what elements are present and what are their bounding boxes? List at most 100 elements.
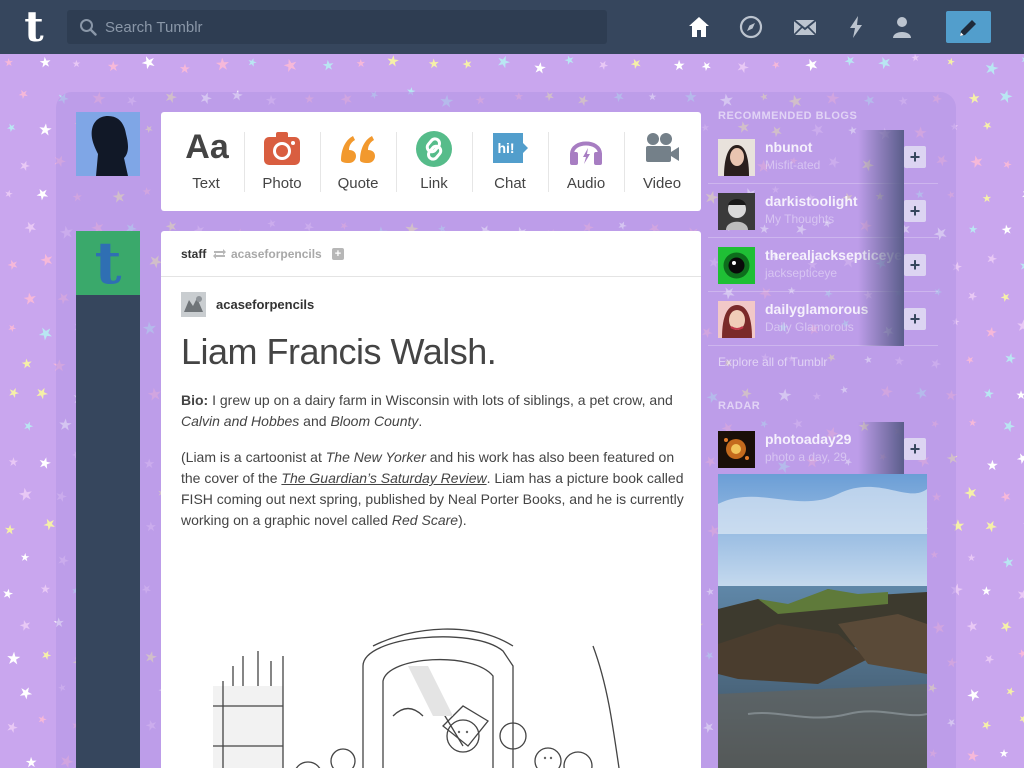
star-decoration: ★: [355, 57, 367, 71]
staff-avatar[interactable]: t: [76, 231, 140, 295]
blog-name[interactable]: dailyglamorous: [765, 301, 868, 317]
recommended-blog-item[interactable]: darkistoolight My Thoughts +: [708, 184, 938, 238]
italic-title: Red Scare: [391, 512, 459, 528]
post-type-text[interactable]: Aa Text: [168, 112, 244, 211]
source-avatar[interactable]: [181, 292, 206, 317]
post-author-link[interactable]: staff: [181, 247, 206, 261]
italic-title: The New Yorker: [325, 449, 426, 465]
star-decoration: ★: [964, 287, 981, 305]
star-decoration: ★: [245, 56, 259, 71]
star-decoration: ★: [4, 120, 19, 136]
recommended-blog-item[interactable]: nbunot Misfit-ated +: [708, 130, 938, 184]
star-decoration: ★: [5, 648, 22, 669]
star-decoration: ★: [967, 89, 982, 107]
recommended-blog-item[interactable]: therealjacksepticeye jacksepticeye +: [708, 238, 938, 292]
fade-overlay: [858, 130, 904, 184]
reblogged-from-link[interactable]: acaseforpencils: [231, 247, 322, 261]
star-decoration: ★: [967, 152, 986, 173]
silhouette-avatar-image: [76, 112, 140, 176]
star-decoration: ★: [984, 249, 1000, 268]
post-type-video[interactable]: Video: [624, 112, 700, 211]
star-decoration: ★: [5, 322, 19, 337]
user-avatar[interactable]: [76, 112, 140, 176]
star-decoration: ★: [627, 54, 645, 73]
blog-name[interactable]: photoaday29: [765, 431, 851, 447]
star-decoration: ★: [1014, 585, 1024, 606]
pencil-icon: [960, 20, 976, 36]
star-decoration: ★: [997, 487, 1014, 506]
radar-photo[interactable]: [718, 474, 927, 768]
blog-name[interactable]: darkistoolight: [765, 193, 858, 209]
cartoon-illustration[interactable]: [213, 626, 628, 768]
compose-button[interactable]: [946, 11, 991, 43]
star-decoration: ★: [964, 746, 981, 766]
star-decoration: ★: [733, 56, 753, 78]
post-type-label: Text: [192, 175, 220, 192]
explore-icon[interactable]: [738, 14, 764, 40]
text-icon: Aa: [185, 128, 229, 166]
avatar-column: [76, 231, 140, 768]
star-decoration: ★: [1017, 185, 1024, 205]
star-decoration: ★: [3, 717, 22, 737]
star-decoration: ★: [967, 552, 977, 564]
radar-blog-item[interactable]: photoaday29 photo a day, 29 +: [708, 422, 938, 476]
search-icon: [80, 19, 97, 36]
fade-overlay: [858, 422, 904, 476]
star-decoration: ★: [1015, 388, 1024, 403]
star-decoration: ★: [14, 84, 32, 103]
account-icon[interactable]: [889, 14, 915, 40]
search-input[interactable]: [105, 10, 595, 44]
post-type-link[interactable]: Link: [396, 112, 472, 211]
source-blog-name[interactable]: acaseforpencils: [216, 297, 314, 312]
star-decoration: ★: [981, 649, 998, 668]
follow-button[interactable]: +: [904, 200, 926, 222]
post-type-photo[interactable]: Photo: [244, 112, 320, 211]
star-decoration: ★: [981, 384, 996, 402]
star-decoration: ★: [4, 255, 22, 274]
follow-button[interactable]: +: [904, 146, 926, 168]
post-type-quote[interactable]: Quote: [320, 112, 396, 211]
post-type-chat[interactable]: hi! Chat: [472, 112, 548, 211]
star-decoration: ★: [1020, 516, 1024, 530]
explore-link[interactable]: Explore all of Tumblr: [718, 355, 827, 369]
star-decoration: ★: [963, 353, 977, 368]
star-decoration: ★: [15, 682, 37, 705]
blog-avatar: [718, 301, 755, 338]
follow-reblog-source-button[interactable]: +: [332, 248, 344, 260]
italic-title: Calvin and Hobbes: [181, 413, 300, 429]
star-decoration: ★: [999, 415, 1018, 437]
star-decoration: ★: [1002, 349, 1018, 368]
search-box[interactable]: [67, 10, 607, 44]
fade-overlay: [858, 292, 904, 346]
star-decoration: ★: [978, 716, 994, 734]
source-avatar-image: [181, 292, 206, 317]
post-type-audio[interactable]: Audio: [548, 112, 624, 211]
video-camera-icon: [646, 133, 679, 162]
star-decoration: ★: [32, 383, 52, 405]
recommended-blog-item[interactable]: dailyglamorous Daily Glamorous +: [708, 292, 938, 346]
star-decoration: ★: [21, 290, 39, 310]
blog-name[interactable]: nbunot: [765, 139, 812, 155]
star-decoration: ★: [138, 54, 160, 75]
follow-button[interactable]: +: [904, 308, 926, 330]
tumblr-logo[interactable]: t: [17, 6, 51, 48]
inbox-icon[interactable]: [792, 14, 818, 40]
star-decoration: ★: [1012, 448, 1024, 469]
star-decoration: ★: [106, 58, 120, 75]
info-paragraph: (Liam is a cartoonist at The New Yorker …: [181, 447, 686, 531]
fade-overlay: [858, 184, 904, 238]
post-title: Liam Francis Walsh.: [181, 331, 497, 372]
post-type-label: Link: [420, 175, 448, 192]
follow-button[interactable]: +: [904, 438, 926, 460]
guardian-link[interactable]: The Guardian’s Saturday Review: [281, 470, 486, 486]
post-header: staff acaseforpencils +: [161, 231, 701, 277]
home-icon[interactable]: [686, 14, 712, 40]
follow-button[interactable]: +: [904, 254, 926, 276]
italic-title: Bloom County: [330, 413, 419, 429]
camera-icon: [264, 132, 300, 165]
activity-icon[interactable]: [843, 14, 869, 40]
star-decoration: ★: [38, 646, 55, 664]
post-type-label: Video: [642, 175, 682, 192]
headphones-icon: [570, 141, 602, 165]
star-decoration: ★: [981, 584, 993, 599]
